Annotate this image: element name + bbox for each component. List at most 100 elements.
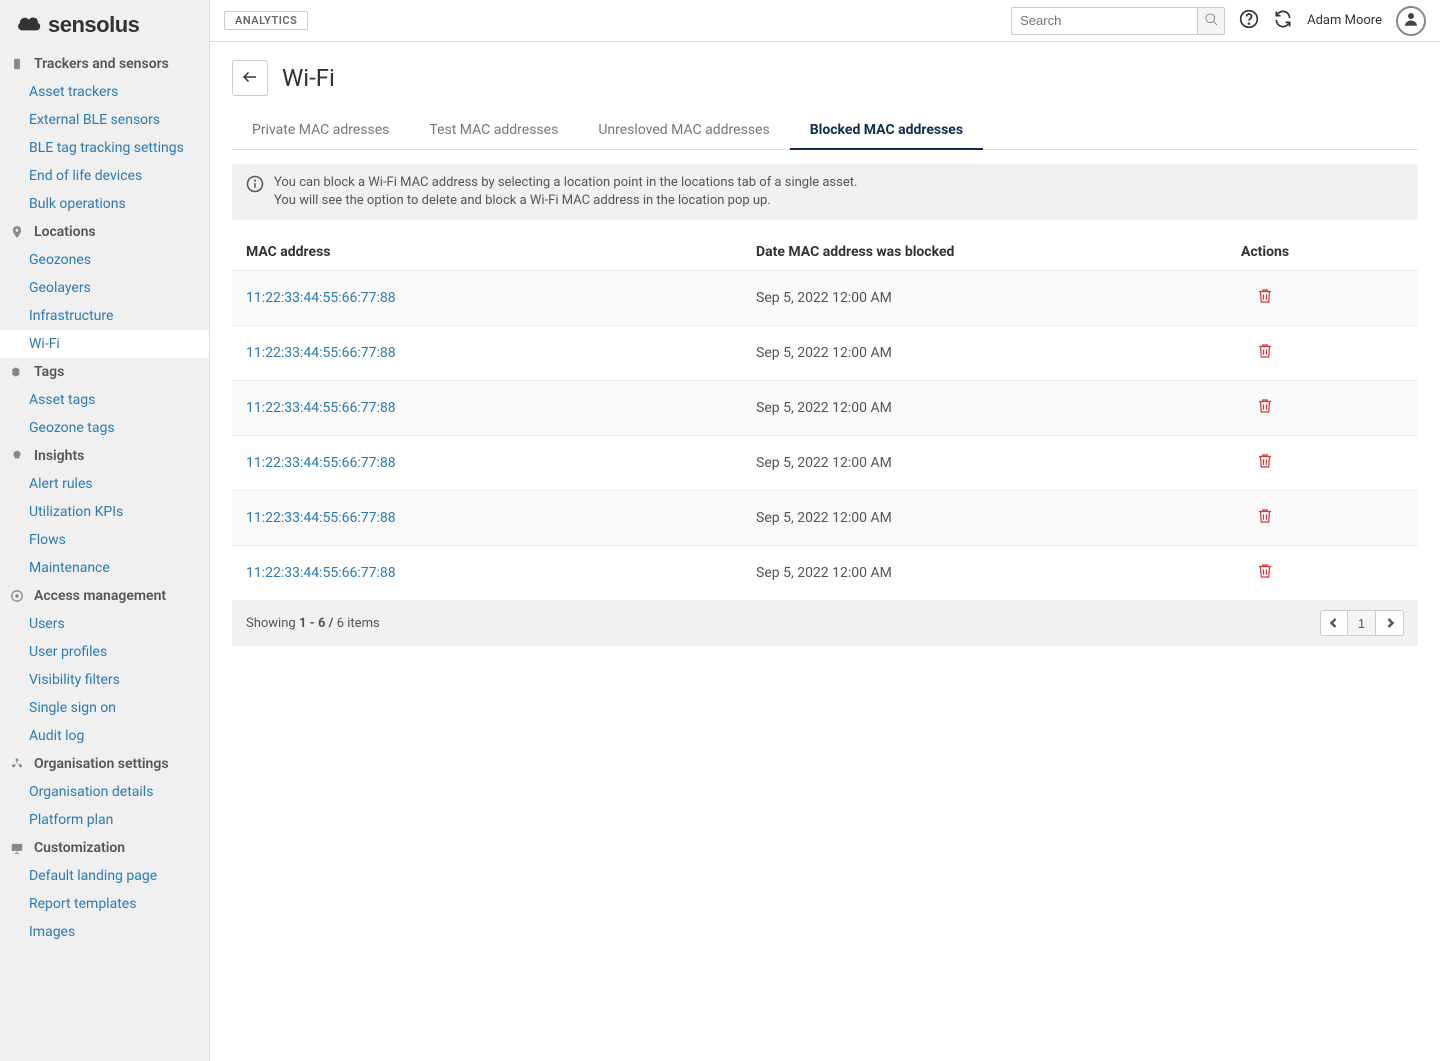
showing-text: Showing 1 - 6 / 6 items <box>246 616 380 631</box>
nav-item[interactable]: Geozones <box>0 246 209 274</box>
table-footer: Showing 1 - 6 / 6 items 1 <box>232 600 1418 646</box>
username: Adam Moore <box>1307 13 1382 28</box>
tabs: Private MAC adressesTest MAC addressesUn… <box>232 114 1418 150</box>
trash-icon <box>1256 506 1274 530</box>
delete-button[interactable] <box>1256 396 1274 420</box>
nav-section-header[interactable]: Trackers and sensors <box>0 50 209 78</box>
nav-item[interactable]: BLE tag tracking settings <box>0 134 209 162</box>
nav-item[interactable]: Alert rules <box>0 470 209 498</box>
nav-item[interactable]: Report templates <box>0 890 209 918</box>
trash-icon <box>1256 396 1274 420</box>
date-cell: Sep 5, 2022 12:00 AM <box>686 455 1126 471</box>
user-menu-button[interactable] <box>1396 6 1426 36</box>
nav-item[interactable]: Wi-Fi <box>0 330 209 358</box>
cloud-icon <box>16 13 42 37</box>
nav-item[interactable]: Asset trackers <box>0 78 209 106</box>
pager-page-button[interactable]: 1 <box>1348 610 1376 636</box>
table-row: 11:22:33:44:55:66:77:88 Sep 5, 2022 12:00… <box>232 545 1418 600</box>
analytics-badge: ANALYTICS <box>224 11 308 30</box>
table: MAC address Date MAC address was blocked… <box>232 234 1418 646</box>
help-button[interactable] <box>1239 11 1259 31</box>
nav-item[interactable]: User profiles <box>0 638 209 666</box>
mac-link[interactable]: 11:22:33:44:55:66:77:88 <box>246 400 396 416</box>
nav-section-header[interactable]: Locations <box>0 218 209 246</box>
nav-item[interactable]: External BLE sensors <box>0 106 209 134</box>
nav-item[interactable]: Organisation details <box>0 778 209 806</box>
nav-item[interactable]: Default landing page <box>0 862 209 890</box>
nav-item[interactable]: Images <box>0 918 209 946</box>
pager: 1 <box>1320 610 1404 636</box>
trash-icon <box>1256 451 1274 475</box>
col-header-actions: Actions <box>1126 244 1404 260</box>
date-cell: Sep 5, 2022 12:00 AM <box>686 510 1126 526</box>
info-line: You can block a Wi-Fi MAC address by sel… <box>274 174 857 192</box>
delete-button[interactable] <box>1256 341 1274 365</box>
tab[interactable]: Test MAC addresses <box>409 114 578 150</box>
help-icon <box>1239 9 1259 33</box>
table-row: 11:22:33:44:55:66:77:88 Sep 5, 2022 12:00… <box>232 435 1418 490</box>
trash-icon <box>1256 341 1274 365</box>
nav-item[interactable]: Infrastructure <box>0 302 209 330</box>
pager-prev-button[interactable] <box>1320 610 1348 636</box>
search-input[interactable] <box>1011 7 1197 35</box>
date-cell: Sep 5, 2022 12:00 AM <box>686 400 1126 416</box>
mac-link[interactable]: 11:22:33:44:55:66:77:88 <box>246 455 396 471</box>
tab[interactable]: Unresloved MAC addresses <box>578 114 789 150</box>
delete-button[interactable] <box>1256 561 1274 585</box>
col-header-mac: MAC address <box>246 244 686 260</box>
info-icon <box>246 174 264 210</box>
mac-link[interactable]: 11:22:33:44:55:66:77:88 <box>246 290 396 306</box>
nav-item[interactable]: Visibility filters <box>0 666 209 694</box>
page-header: Wi-Fi <box>232 60 1418 96</box>
nav-item[interactable]: Utilization KPIs <box>0 498 209 526</box>
delete-button[interactable] <box>1256 506 1274 530</box>
nav-section-header[interactable]: Access management <box>0 582 209 610</box>
refresh-icon <box>1273 9 1293 33</box>
trash-icon <box>1256 561 1274 585</box>
search-button[interactable] <box>1197 7 1225 35</box>
table-header: MAC address Date MAC address was blocked… <box>232 234 1418 270</box>
search <box>1011 7 1225 35</box>
table-row: 11:22:33:44:55:66:77:88 Sep 5, 2022 12:00… <box>232 270 1418 325</box>
mac-link[interactable]: 11:22:33:44:55:66:77:88 <box>246 345 396 361</box>
nav-item[interactable]: Flows <box>0 526 209 554</box>
mac-link[interactable]: 11:22:33:44:55:66:77:88 <box>246 565 396 581</box>
page-title: Wi-Fi <box>282 64 335 92</box>
back-button[interactable] <box>232 60 268 96</box>
date-cell: Sep 5, 2022 12:00 AM <box>686 565 1126 581</box>
tab[interactable]: Private MAC adresses <box>232 114 409 150</box>
nav-item[interactable]: Users <box>0 610 209 638</box>
date-cell: Sep 5, 2022 12:00 AM <box>686 345 1126 361</box>
table-row: 11:22:33:44:55:66:77:88 Sep 5, 2022 12:00… <box>232 380 1418 435</box>
table-row: 11:22:33:44:55:66:77:88 Sep 5, 2022 12:00… <box>232 325 1418 380</box>
nav-section-header[interactable]: Tags <box>0 358 209 386</box>
col-header-date: Date MAC address was blocked <box>686 244 1126 260</box>
nav-item[interactable]: Geozone tags <box>0 414 209 442</box>
nav-item[interactable]: Asset tags <box>0 386 209 414</box>
chevron-left-icon <box>1329 616 1339 631</box>
nav-section-header[interactable]: Insights <box>0 442 209 470</box>
topbar: ANALYTICS Adam Moore <box>210 0 1440 42</box>
info-banner: You can block a Wi-Fi MAC address by sel… <box>232 164 1418 220</box>
delete-button[interactable] <box>1256 286 1274 310</box>
nav-section-header[interactable]: Customization <box>0 834 209 862</box>
delete-button[interactable] <box>1256 451 1274 475</box>
refresh-button[interactable] <box>1273 11 1293 31</box>
nav-item[interactable]: Bulk operations <box>0 190 209 218</box>
date-cell: Sep 5, 2022 12:00 AM <box>686 290 1126 306</box>
mac-link[interactable]: 11:22:33:44:55:66:77:88 <box>246 510 396 526</box>
nav-item[interactable]: Maintenance <box>0 554 209 582</box>
logo[interactable]: sensolus <box>0 0 209 50</box>
arrow-left-icon <box>241 68 259 89</box>
table-row: 11:22:33:44:55:66:77:88 Sep 5, 2022 12:00… <box>232 490 1418 545</box>
nav-item[interactable]: Single sign on <box>0 694 209 722</box>
nav-section-header[interactable]: Organisation settings <box>0 750 209 778</box>
nav-item[interactable]: Platform plan <box>0 806 209 834</box>
pager-next-button[interactable] <box>1376 610 1404 636</box>
chevron-right-icon <box>1385 616 1395 631</box>
nav-item[interactable]: Audit log <box>0 722 209 750</box>
tab[interactable]: Blocked MAC addresses <box>790 114 983 150</box>
search-icon <box>1204 12 1219 30</box>
nav-item[interactable]: Geolayers <box>0 274 209 302</box>
nav-item[interactable]: End of life devices <box>0 162 209 190</box>
